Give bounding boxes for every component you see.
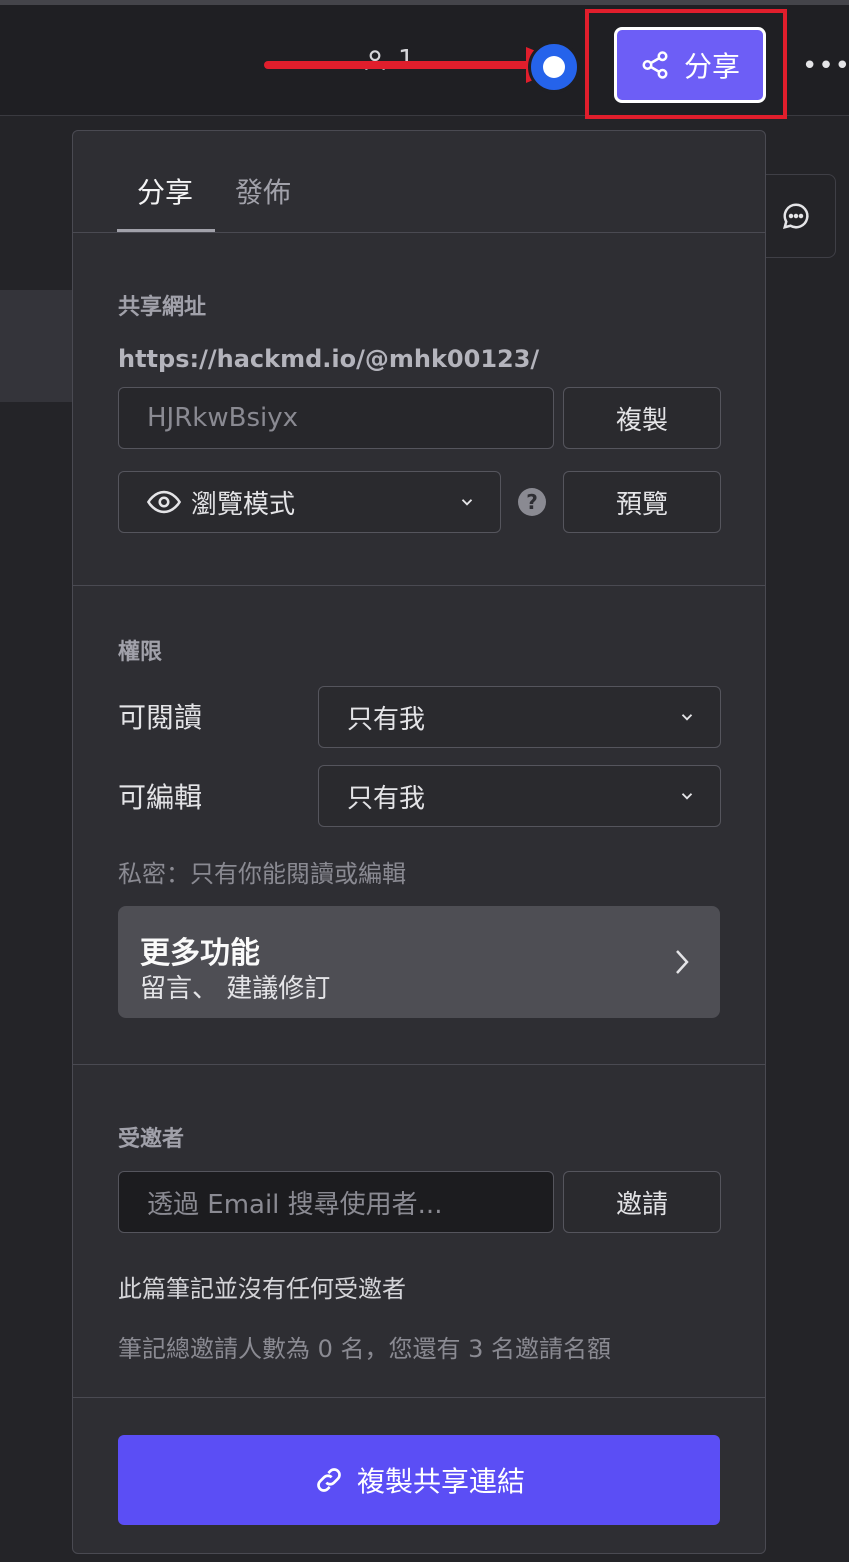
share-url-title: 共享網址 — [118, 295, 207, 320]
share-icon — [642, 51, 668, 79]
chevron-down-icon — [681, 714, 693, 721]
share-button-label: 分享 — [683, 50, 740, 83]
more-options-icon[interactable]: ••• — [802, 51, 849, 81]
top-bar: 1 分享 ••• — [0, 0, 849, 119]
share-button[interactable]: 分享 — [614, 27, 766, 103]
invitee-search-input[interactable]: 透過 Email 搜尋使用者... — [118, 1171, 554, 1233]
active-tab-indicator — [117, 229, 215, 232]
read-permission-select[interactable]: 只有我 — [318, 686, 721, 748]
read-permission-label: 可閱讀 — [118, 701, 203, 734]
eye-icon — [147, 490, 181, 514]
no-invitees-text: 此篇筆記並沒有任何受邀者 — [118, 1275, 406, 1303]
more-features-card[interactable]: 更多功能 留言、 建議修訂 — [118, 906, 720, 1018]
view-mode-label: 瀏覽模式 — [191, 489, 296, 520]
copy-share-link-button[interactable]: 複製共享連結 — [118, 1435, 720, 1525]
share-url-base: https://hackmd.io/@mhk00123/ — [118, 345, 540, 373]
chevron-right-icon — [676, 950, 689, 974]
user-avatar[interactable] — [528, 41, 580, 93]
copy-button[interactable]: 複製 — [563, 387, 721, 449]
privacy-note: 私密：只有你能閱讀或編輯 — [118, 860, 406, 888]
chevron-down-icon — [461, 499, 473, 506]
invitees-title: 受邀者 — [118, 1127, 185, 1152]
read-permission-value: 只有我 — [347, 704, 426, 735]
panel-tabs: 分享 發佈 — [73, 131, 765, 233]
link-icon — [317, 1468, 341, 1492]
invitees-section: 受邀者 透過 Email 搜尋使用者... 邀請 此篇筆記並沒有任何受邀者 筆記… — [73, 1065, 765, 1398]
tab-publish[interactable]: 發佈 — [235, 171, 291, 211]
tab-share[interactable]: 分享 — [137, 171, 193, 211]
more-features-title: 更多功能 — [140, 936, 260, 971]
background-sidebar-item — [0, 290, 72, 402]
comment-icon — [782, 203, 809, 230]
permissions-title: 權限 — [118, 640, 163, 665]
share-url-section: 共享網址 https://hackmd.io/@mhk00123/ HJRkwB… — [73, 233, 765, 586]
edit-permission-select[interactable]: 只有我 — [318, 765, 721, 827]
more-features-subtitle: 留言、 建議修訂 — [140, 974, 331, 1004]
edit-permission-value: 只有我 — [347, 783, 426, 814]
edit-permission-label: 可編輯 — [118, 781, 203, 814]
share-panel: 分享 發佈 共享網址 https://hackmd.io/@mhk00123/ … — [72, 130, 766, 1554]
view-mode-select[interactable]: 瀏覽模式 — [118, 471, 501, 533]
invite-button[interactable]: 邀請 — [563, 1171, 721, 1233]
invite-quota-text: 筆記總邀請人數為 0 名，您還有 3 名邀請名額 — [118, 1335, 612, 1363]
chevron-down-icon — [681, 793, 693, 800]
help-icon[interactable]: ? — [518, 488, 546, 516]
preview-button[interactable]: 預覽 — [563, 471, 721, 533]
url-slug-input[interactable]: HJRkwBsiyx — [118, 387, 554, 449]
copy-share-link-label: 複製共享連結 — [356, 1465, 525, 1498]
